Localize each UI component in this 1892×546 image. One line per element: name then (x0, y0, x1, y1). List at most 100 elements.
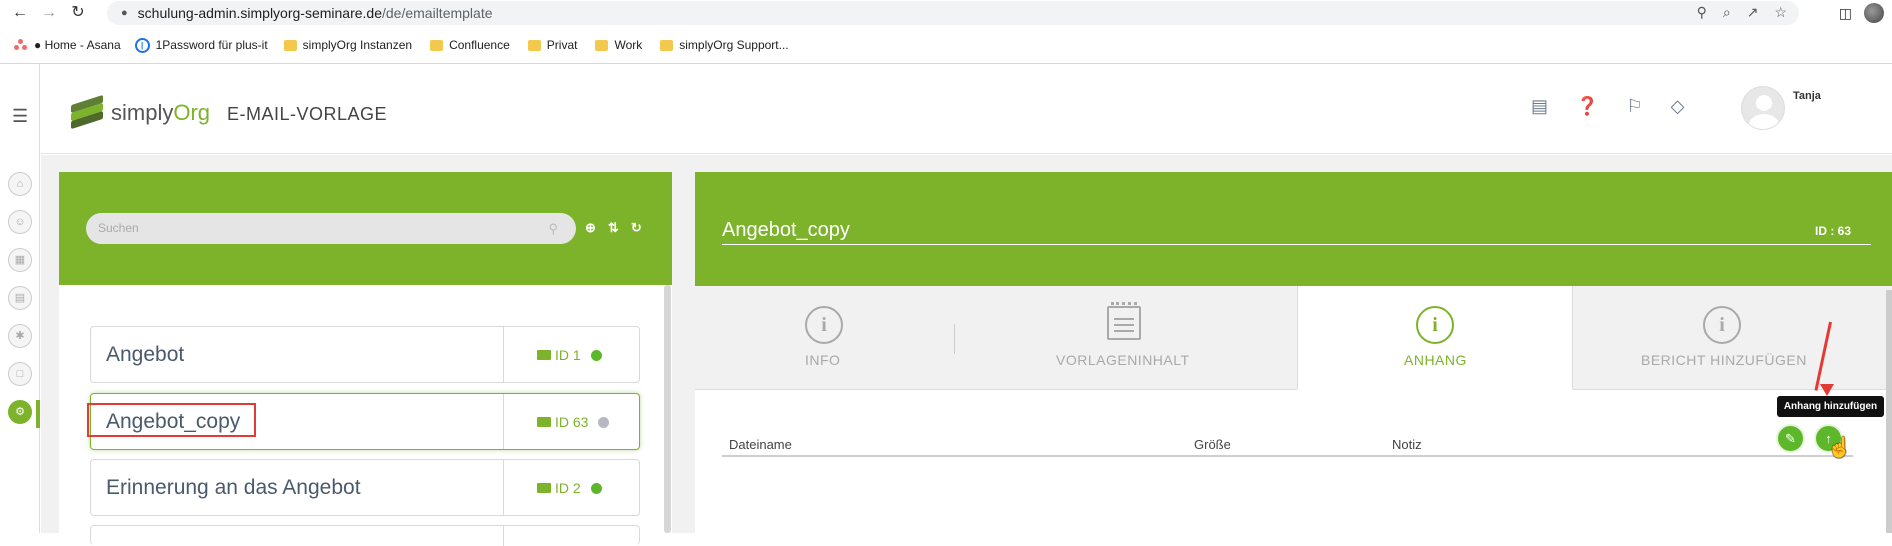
bell-icon[interactable]: ⚐ (1626, 96, 1642, 117)
file-icon[interactable]: □ (8, 362, 32, 386)
status-dot (598, 416, 610, 428)
detail-title: Angebot_copy (722, 219, 850, 241)
bookmark-label: simplyOrg Support... (679, 38, 789, 52)
app-header: simplyOrg E-MAIL-VORLAGE ▤ ❓ ⚐ ◇ Tanja (41, 64, 1892, 154)
profile-avatar[interactable] (1864, 3, 1884, 23)
row-divider (503, 460, 504, 515)
status-dot (590, 349, 602, 361)
info-icon: i (805, 306, 843, 344)
bookmark-asana[interactable]: ● Home - Asana (14, 38, 121, 52)
avatar (1741, 86, 1785, 130)
notepad-icon (1107, 302, 1141, 340)
home-icon[interactable]: ⌂ (8, 172, 32, 196)
folder-icon (283, 39, 297, 51)
detail-tabs: i INFO VORLAGENINHALT i ANHANG i BERICHT… (695, 286, 1892, 390)
template-list-panel: Suchen ⚲ ⊕ ⇅ ↻ Angebot ID 1 Angebot_copy… (59, 172, 672, 546)
template-list-header: Suchen ⚲ ⊕ ⇅ ↻ (59, 172, 672, 285)
list-scrollbar[interactable] (664, 285, 671, 533)
chart-icon[interactable]: ▦ (8, 248, 32, 272)
row-divider (503, 327, 504, 382)
bookmark-label: Work (614, 38, 643, 52)
template-name: Angebot (106, 343, 185, 366)
add-icon[interactable]: ⊕ (585, 220, 596, 236)
tab-vorlageninhalt[interactable]: VORLAGENINHALT (955, 286, 1294, 390)
tab-label: VORLAGENINHALT (1056, 352, 1190, 368)
attach-link-button[interactable]: ✎ (1776, 424, 1805, 453)
tools-icon[interactable]: ✱ (8, 324, 32, 348)
bookmark-simplyorg-support[interactable]: simplyOrg Support... (660, 38, 789, 52)
bookmark-label: Privat (546, 38, 578, 52)
simplyorg-logo[interactable]: simplyOrg (67, 88, 210, 130)
status-dot (590, 482, 602, 494)
template-row-angebot[interactable]: Angebot ID 1 (90, 326, 640, 383)
id-card-icon (537, 417, 551, 427)
info-icon: i (1416, 306, 1454, 344)
sidepanel-icon[interactable]: ◫ (1839, 5, 1852, 22)
asana-icon (14, 39, 28, 51)
page-title: E-MAIL-VORLAGE (227, 104, 388, 124)
settings-icon[interactable]: ⚙ (8, 400, 32, 424)
back-icon[interactable]: ← (11, 4, 29, 22)
template-id: ID 1 (537, 347, 602, 363)
title-underline (722, 244, 1871, 245)
search-icon[interactable]: ⚲ (548, 213, 558, 244)
folder-icon (595, 39, 609, 51)
zoom-icon[interactable]: ⌕ (1723, 4, 1731, 21)
users-icon[interactable]: ☺ (8, 210, 32, 234)
key-icon[interactable]: ⚲ (1697, 4, 1707, 21)
id-card-icon (537, 350, 551, 360)
template-id: ID 2 (537, 480, 602, 496)
column-dateiname: Dateiname (729, 437, 792, 452)
attachment-table-header: Dateiname Größe Notiz (722, 433, 1853, 457)
star-icon[interactable]: ☆ (1774, 4, 1787, 21)
forward-icon[interactable]: → (40, 4, 58, 22)
id-card-icon (537, 483, 551, 493)
share-icon[interactable]: ↗ (1747, 4, 1759, 21)
template-name: Erinnerung an das Angebot (106, 476, 361, 499)
document-icon[interactable]: ▤ (8, 286, 32, 310)
help-icon[interactable]: ❓ (1576, 96, 1598, 117)
refresh-icon[interactable]: ↻ (631, 220, 642, 236)
bookmark-1password[interactable]: | 1Password für plus-it (134, 37, 268, 53)
template-detail-panel: Angebot_copy ID : 63 i INFO VORLAGENINHA… (695, 172, 1892, 533)
template-row-erinnerung[interactable]: Erinnerung an das Angebot ID 2 (90, 459, 640, 516)
url-path: /de/emailtemplate (382, 5, 493, 21)
bookmark-privat[interactable]: Privat (527, 38, 578, 52)
row-divider (503, 526, 504, 546)
bookmark-label: simplyOrg Instanzen (302, 38, 413, 52)
bookmark-simplyorg-instanzen[interactable]: simplyOrg Instanzen (283, 38, 413, 52)
bookmark-work[interactable]: Work (595, 38, 642, 52)
1password-icon: | (134, 37, 150, 53)
tab-bericht-hinzufuegen[interactable]: i BERICHT HINZUFÜGEN (1574, 286, 1892, 390)
address-bar[interactable]: ● schulung-admin.simplyorg-seminare.de/d… (107, 1, 1799, 25)
sort-icon[interactable]: ⇅ (608, 220, 619, 236)
tab-info[interactable]: i INFO (695, 286, 954, 390)
search-input[interactable]: Suchen ⚲ (86, 213, 576, 244)
template-id: ID 63 (537, 414, 610, 430)
tooltip: Anhang hinzufügen (1777, 396, 1884, 417)
tab-anhang[interactable]: i ANHANG (1297, 286, 1573, 390)
header-icons: ▤ ❓ ⚐ ◇ (1531, 96, 1684, 117)
folder-icon (527, 39, 541, 51)
book-icon[interactable]: ▤ (1531, 96, 1548, 117)
left-rail: ☰ ⌂ ☺ ▦ ▤ ✱ □ ⚙ (0, 64, 40, 533)
reload-icon[interactable]: ↻ (69, 4, 87, 22)
menu-icon[interactable]: ☰ (12, 106, 28, 127)
tab-label: ANHANG (1404, 352, 1467, 368)
column-notiz: Notiz (1392, 437, 1422, 452)
user-menu[interactable]: Tanja (1741, 86, 1821, 130)
bookmark-label: Confluence (449, 38, 510, 52)
template-row-partial[interactable] (90, 525, 640, 546)
rail-active-indicator (36, 400, 40, 428)
folder-icon (660, 39, 674, 51)
bookmark-confluence[interactable]: Confluence (430, 38, 510, 52)
hand-cursor-icon: ☝ (1827, 437, 1852, 459)
tab-label: BERICHT HINZUFÜGEN (1641, 352, 1807, 368)
ticket-icon[interactable]: ◇ (1671, 96, 1685, 117)
lock-icon: ● (121, 7, 128, 19)
bookmarks-bar: ● Home - Asana | 1Password für plus-it s… (0, 33, 1892, 57)
annotation-highlight-box (87, 403, 256, 437)
page-scrollbar[interactable] (1886, 290, 1892, 533)
browser-toolbar: ← → ↻ ● schulung-admin.simplyorg-seminar… (0, 0, 1892, 26)
bookmark-label: 1Password für plus-it (155, 38, 268, 52)
